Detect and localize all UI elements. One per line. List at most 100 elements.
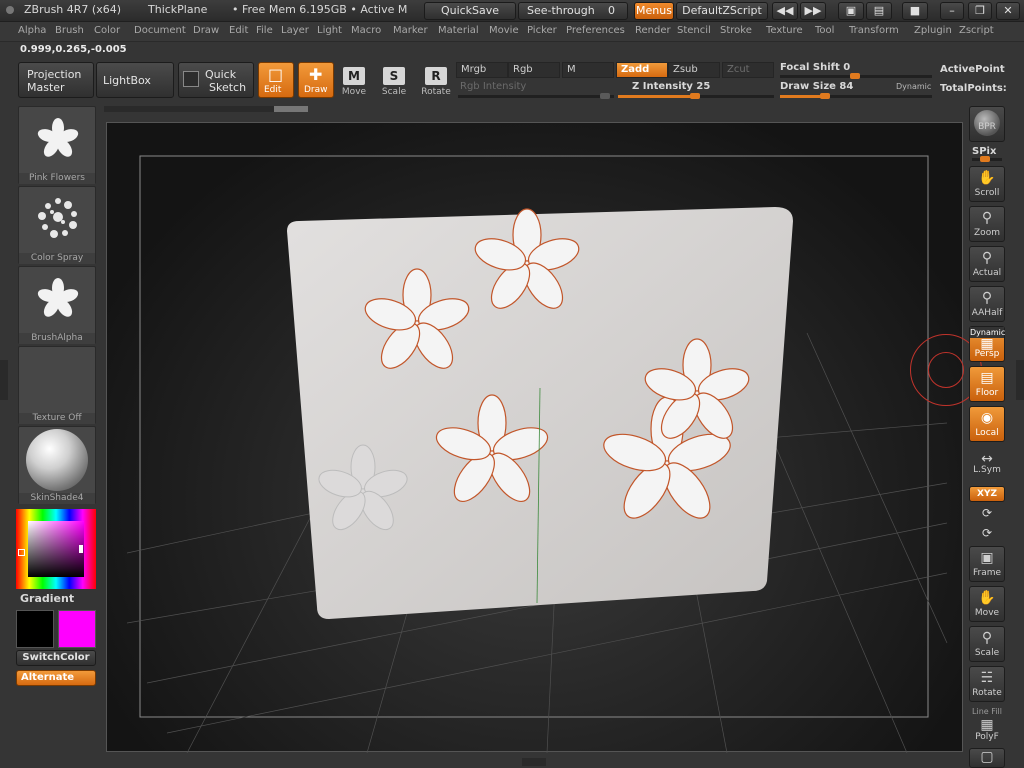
menu-transform[interactable]: Transform <box>849 25 899 36</box>
close-icon[interactable]: ✕ <box>996 2 1020 20</box>
menu-zplugin[interactable]: Zplugin <box>914 25 952 36</box>
material-selector[interactable]: SkinShade4 <box>18 426 96 504</box>
zcut-button[interactable]: Zcut <box>722 62 774 78</box>
canvas-scrollbar-thumb[interactable] <box>274 106 308 112</box>
scale-view-button[interactable]: ⚲ Scale <box>969 626 1005 662</box>
menu-zscript[interactable]: Zscript <box>959 25 994 36</box>
brush-selector[interactable]: Pink Flowers <box>18 106 96 184</box>
menu-preferences[interactable]: Preferences <box>566 25 625 36</box>
bottom-tray-toggle[interactable] <box>522 758 546 766</box>
m-button[interactable]: M <box>562 62 614 78</box>
restore-icon[interactable]: ❐ <box>968 2 992 20</box>
scale-tool-button[interactable]: S Scale <box>376 64 412 100</box>
menu-marker[interactable]: Marker <box>393 25 428 36</box>
menu-alpha[interactable]: Alpha <box>18 25 46 36</box>
local-button[interactable]: ◉ Local <box>969 406 1005 442</box>
scroll-right-icon[interactable]: ▶▶ <box>800 2 826 20</box>
quicksave-button[interactable]: QuickSave <box>424 2 516 20</box>
left-tray-toggle[interactable] <box>0 360 8 400</box>
spix-knob[interactable] <box>980 156 990 162</box>
layout-alt-icon[interactable]: ▤ <box>866 2 892 20</box>
color-picker-square[interactable] <box>28 521 84 577</box>
primary-color-swatch[interactable] <box>16 610 54 648</box>
default-zscript-button[interactable]: DefaultZScript <box>676 2 768 20</box>
layout-icon[interactable]: ▣ <box>838 2 864 20</box>
menu-movie[interactable]: Movie <box>489 25 519 36</box>
rotate-z-icon[interactable]: ⟳ <box>982 526 992 540</box>
zadd-button[interactable]: Zadd <box>616 62 668 78</box>
bpr-button[interactable]: BPR <box>969 106 1005 142</box>
menu-render[interactable]: Render <box>635 25 671 36</box>
lock-icon[interactable]: ■ <box>902 2 928 20</box>
stroke-selector[interactable]: Color Spray <box>18 186 96 264</box>
focal-shift-slider[interactable]: Focal Shift 0 <box>780 62 850 73</box>
rgb-intensity-knob[interactable] <box>600 93 610 99</box>
xyz-button[interactable]: XYZ <box>969 486 1005 502</box>
menu-light[interactable]: Light <box>317 25 342 36</box>
menu-tool[interactable]: Tool <box>815 25 834 36</box>
zsub-button[interactable]: Zsub <box>668 62 720 78</box>
draw-button[interactable]: ✚ Draw <box>298 62 334 98</box>
rgb-button[interactable]: Rgb <box>508 62 560 78</box>
aahalf-button[interactable]: ⚲ AAHalf <box>969 286 1005 322</box>
lsym-button[interactable]: ↔ L.Sym <box>969 452 1005 480</box>
lightbox-button[interactable]: LightBox <box>96 62 174 98</box>
menu-file[interactable]: File <box>256 25 273 36</box>
document-canvas[interactable] <box>106 122 963 754</box>
rotate-tool-button[interactable]: R Rotate <box>418 64 454 100</box>
z-intensity-knob[interactable] <box>690 93 700 99</box>
color-picker-ring[interactable] <box>16 509 96 589</box>
see-through-label: See-through <box>527 4 595 17</box>
hand-icon: ✋ <box>978 170 996 186</box>
quick-sketch-button[interactable]: Quick Sketch <box>178 62 254 98</box>
transp-button[interactable]: ▢ <box>969 748 1005 768</box>
floor-button[interactable]: ▤ Floor <box>969 366 1005 402</box>
alpha-selector[interactable]: BrushAlpha <box>18 266 96 344</box>
saturation-marker[interactable] <box>79 545 83 553</box>
secondary-color-swatch[interactable] <box>58 610 96 648</box>
frame-button[interactable]: ▣ Frame <box>969 546 1005 582</box>
see-through-slider[interactable]: See-through 0 <box>518 2 628 20</box>
rotate-y-icon[interactable]: ⟳ <box>982 506 992 520</box>
mrgb-button[interactable]: Mrgb <box>456 62 508 78</box>
rotate-view-button[interactable]: ☵ Rotate <box>969 666 1005 702</box>
menu-material[interactable]: Material <box>438 25 479 36</box>
hue-marker[interactable] <box>18 549 25 556</box>
texture-selector[interactable]: Texture Off <box>18 346 96 424</box>
see-through-value: 0 <box>608 4 615 17</box>
move-view-button[interactable]: ✋ Move <box>969 586 1005 622</box>
z-intensity-slider[interactable]: Z Intensity 25 <box>632 81 710 92</box>
menu-brush[interactable]: Brush <box>55 25 84 36</box>
actual-button[interactable]: ⚲ Actual <box>969 246 1005 282</box>
projection-master-button[interactable]: Projection Master <box>18 62 94 98</box>
menu-draw[interactable]: Draw <box>193 25 219 36</box>
gradient-label[interactable]: Gradient <box>20 592 74 605</box>
switch-color-button[interactable]: SwitchColor <box>16 650 96 666</box>
menus-button[interactable]: Menus <box>634 2 674 20</box>
rgb-intensity-slider[interactable]: Rgb Intensity <box>460 81 526 92</box>
scroll-button[interactable]: ✋ Scroll <box>969 166 1005 202</box>
right-tray-toggle[interactable] <box>1016 360 1024 400</box>
menu-picker[interactable]: Picker <box>527 25 557 36</box>
menu-texture[interactable]: Texture <box>766 25 803 36</box>
menu-document[interactable]: Document <box>134 25 186 36</box>
focal-shift-knob[interactable] <box>850 73 860 79</box>
draw-size-slider[interactable]: Draw Size 84 <box>780 81 853 92</box>
menu-macro[interactable]: Macro <box>351 25 381 36</box>
menu-stencil[interactable]: Stencil <box>677 25 711 36</box>
menu-layer[interactable]: Layer <box>281 25 309 36</box>
move-tool-button[interactable]: M Move <box>336 64 372 100</box>
dynamic-toggle[interactable]: Dynamic <box>896 82 931 91</box>
alternate-button[interactable]: Alternate <box>16 670 96 686</box>
zoom-button[interactable]: ⚲ Zoom <box>969 206 1005 242</box>
menu-edit[interactable]: Edit <box>229 25 248 36</box>
persp-button[interactable]: Dynamic ▦ Persp <box>969 326 1005 362</box>
edit-button[interactable]: □ Edit <box>258 62 294 98</box>
menu-color[interactable]: Color <box>94 25 120 36</box>
minimize-icon[interactable]: – <box>940 2 964 20</box>
menu-stroke[interactable]: Stroke <box>720 25 752 36</box>
polyf-button[interactable]: Line Fill ▦ PolyF <box>969 706 1005 742</box>
scroll-left-icon[interactable]: ◀◀ <box>772 2 798 20</box>
draw-size-knob[interactable] <box>820 93 830 99</box>
title-bar: ZBrush 4R7 (x64) ThickPlane • Free Mem 6… <box>0 0 1024 22</box>
